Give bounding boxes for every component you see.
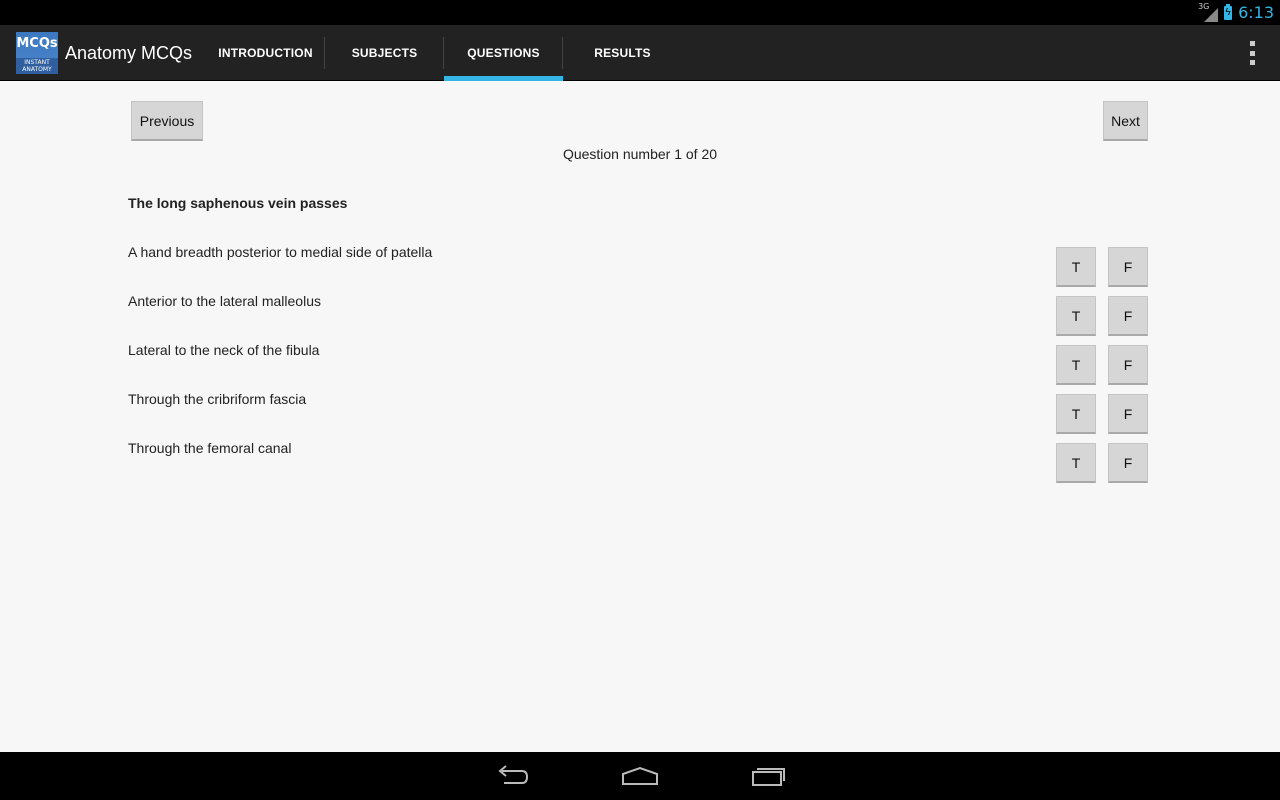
option-text-4: Through the cribriform fascia bbox=[128, 391, 307, 407]
option-5-false-button[interactable]: F bbox=[1108, 443, 1148, 483]
overflow-menu-icon[interactable] bbox=[1248, 41, 1256, 65]
question-number: Question number 1 of 20 bbox=[562, 146, 718, 162]
option-2-false-button[interactable]: F bbox=[1108, 296, 1148, 336]
back-icon[interactable] bbox=[472, 752, 552, 800]
logo-subtext: INSTANT ANATOMY bbox=[16, 58, 58, 74]
option-4-false-button[interactable]: F bbox=[1108, 394, 1148, 434]
tab-label: INTRODUCTION bbox=[218, 46, 313, 60]
next-button[interactable]: Next bbox=[1103, 101, 1148, 141]
status-bar: 3G ϟ 6:13 bbox=[0, 0, 1280, 25]
app-title: Anatomy MCQs bbox=[65, 43, 193, 63]
tab-subjects[interactable]: SUBJECTS bbox=[325, 25, 444, 81]
option-text-3: Lateral to the neck of the fibula bbox=[128, 342, 320, 358]
option-text-1: A hand breadth posterior to medial side … bbox=[128, 244, 433, 260]
battery-icon: ϟ bbox=[1224, 3, 1233, 20]
option-3-false-button[interactable]: F bbox=[1108, 345, 1148, 385]
quiz-content: Previous Next Question number 1 of 20 Th… bbox=[0, 82, 1280, 752]
status-icons: 3G ϟ 6:13 bbox=[1198, 0, 1274, 25]
option-1-true-button[interactable]: T bbox=[1056, 247, 1096, 287]
recent-apps-icon[interactable] bbox=[729, 752, 809, 800]
option-4-true-button[interactable]: T bbox=[1056, 394, 1096, 434]
logo-text: MCQs bbox=[16, 36, 58, 51]
option-2-true-button[interactable]: T bbox=[1056, 296, 1096, 336]
tab-label: SUBJECTS bbox=[351, 46, 418, 60]
tab-introduction[interactable]: INTRODUCTION bbox=[206, 25, 325, 81]
app-logo[interactable]: MCQs INSTANT ANATOMY bbox=[16, 32, 58, 74]
question-text: The long saphenous vein passes bbox=[128, 195, 348, 211]
option-3-true-button[interactable]: T bbox=[1056, 345, 1096, 385]
action-bar: MCQs INSTANT ANATOMY Anatomy MCQs INTROD… bbox=[0, 25, 1280, 81]
option-5-true-button[interactable]: T bbox=[1056, 443, 1096, 483]
tab-results[interactable]: RESULTS bbox=[563, 25, 682, 81]
tab-questions[interactable]: QUESTIONS bbox=[444, 25, 563, 81]
tab-label: RESULTS bbox=[594, 46, 651, 60]
tab-label: QUESTIONS bbox=[467, 46, 540, 60]
previous-button[interactable]: Previous bbox=[131, 101, 203, 141]
home-icon[interactable] bbox=[600, 752, 680, 800]
option-text-2: Anterior to the lateral malleolus bbox=[128, 293, 321, 309]
option-text-5: Through the femoral canal bbox=[128, 440, 292, 456]
clock: 6:13 bbox=[1238, 3, 1274, 22]
option-1-false-button[interactable]: F bbox=[1108, 247, 1148, 287]
signal-icon: 3G bbox=[1198, 2, 1219, 22]
tab-bar: INTRODUCTION SUBJECTS QUESTIONS RESULTS bbox=[206, 25, 682, 81]
system-nav-bar bbox=[0, 752, 1280, 800]
